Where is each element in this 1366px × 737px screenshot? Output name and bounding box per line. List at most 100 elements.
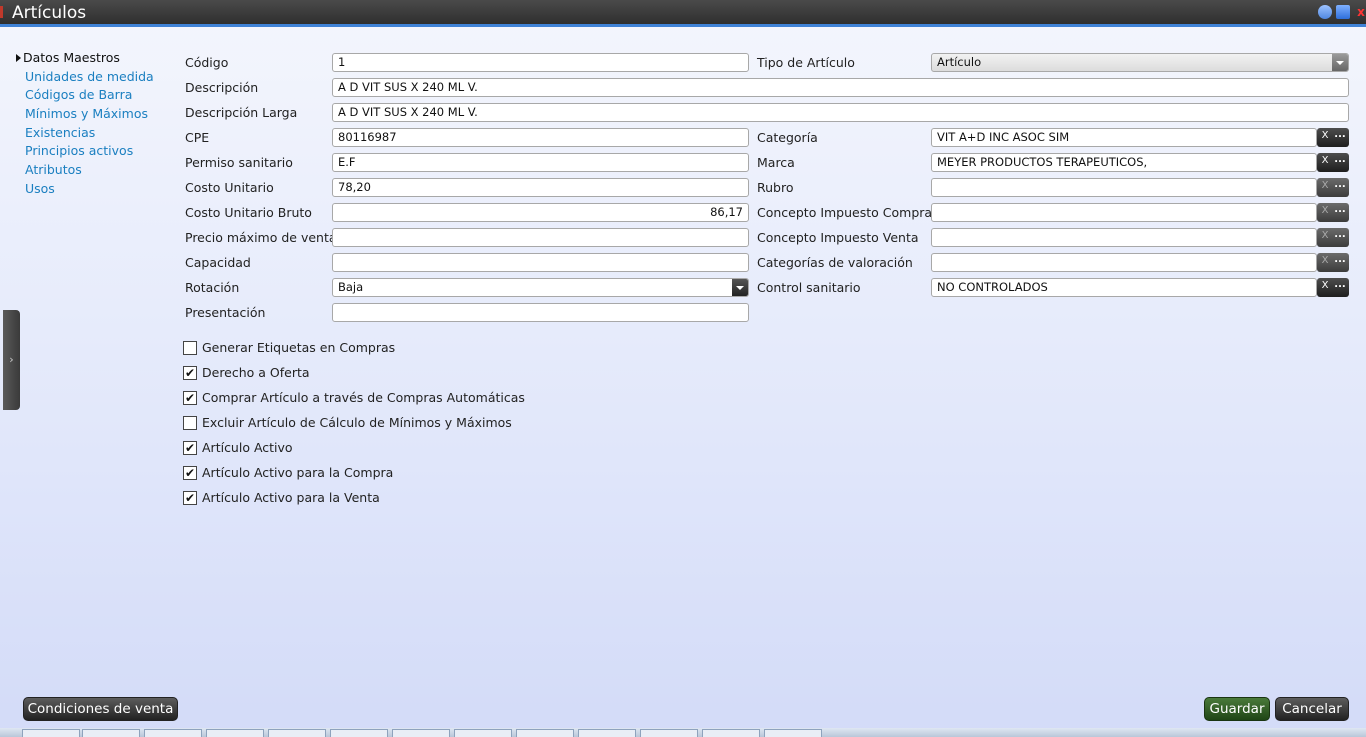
window-title: Artículos [12,3,87,23]
taskbar-item[interactable] [268,729,326,737]
nav-item-unidades-medida[interactable]: Unidades de medida [25,69,154,84]
taskbar-item[interactable] [702,729,760,737]
descripcion-label: Descripción [185,80,259,95]
checkbox-label: Generar Etiquetas en Compras [202,340,396,355]
descripcion-larga-field[interactable]: A D VIT SUS X 240 ML V. [332,103,1349,122]
presentacion-label: Presentación [185,305,266,320]
checkbox[interactable]: ✔ [183,441,197,455]
codigo-field[interactable]: 1 [332,53,749,72]
rotacion-value: Baja [338,280,364,294]
checkbox[interactable]: ✔ [183,466,197,480]
tipo-articulo-select[interactable]: Artículo [931,53,1349,72]
control-sanitario-field[interactable]: NO CONTROLADOS [931,278,1317,297]
minimize-button[interactable] [1318,5,1332,19]
chevron-down-icon[interactable] [1332,54,1348,71]
condiciones-venta-button[interactable]: Condiciones de venta [23,697,178,721]
nav-item-principios-activos[interactable]: Principios activos [25,143,133,158]
nav-item-minimos-maximos[interactable]: Mínimos y Máximos [25,106,148,121]
codigo-label: Código [185,55,229,70]
taskbar [0,728,1366,737]
concepto-impuesto-compra-label: Concepto Impuesto Compra [757,205,933,220]
taskbar-item[interactable] [578,729,636,737]
ellipsis-icon[interactable]: ... [1333,154,1347,165]
nav-item-atributos[interactable]: Atributos [25,162,82,177]
chevron-right-icon: › [9,353,14,366]
checkbox[interactable]: ✔ [183,366,197,380]
categoria-lookup-buttons: X... [1317,128,1349,147]
taskbar-item[interactable] [82,729,140,737]
concepto-impuesto-compra-lookup-buttons: X... [1317,203,1349,222]
ellipsis-icon[interactable]: ... [1333,179,1347,190]
checkbox[interactable] [183,341,197,355]
ellipsis-icon[interactable]: ... [1333,279,1347,290]
cancel-button[interactable]: Cancelar [1275,697,1349,721]
rotacion-select[interactable]: Baja [332,278,749,297]
taskbar-item[interactable] [764,729,822,737]
nav-item-usos[interactable]: Usos [25,181,55,196]
precio-maximo-venta-label: Precio máximo de venta [185,230,337,245]
taskbar-item[interactable] [640,729,698,737]
categorias-valoracion-field[interactable] [931,253,1317,272]
clear-icon[interactable]: X [1320,280,1330,291]
rubro-label: Rubro [757,180,794,195]
categorias-valoracion-label: Categorías de valoración [757,255,913,270]
clear-icon[interactable]: X [1320,205,1330,216]
marca-field[interactable]: MEYER PRODUCTOS TERAPEUTICOS, [931,153,1317,172]
categoria-field[interactable]: VIT A+D INC ASOC SIM [931,128,1317,147]
concepto-impuesto-venta-field[interactable] [931,228,1317,247]
nav-item-datos-maestros[interactable]: Datos Maestros [23,50,120,65]
ellipsis-icon[interactable]: ... [1333,129,1347,140]
control-sanitario-lookup-buttons: X... [1317,278,1349,297]
save-button[interactable]: Guardar [1204,697,1270,721]
clear-icon[interactable]: X [1320,255,1330,266]
costo-unitario-bruto-field[interactable]: 86,17 [332,203,749,222]
ellipsis-icon[interactable]: ... [1333,254,1347,265]
categorias-valoracion-lookup-buttons: X... [1317,253,1349,272]
ellipsis-icon[interactable]: ... [1333,204,1347,215]
costo-unitario-label: Costo Unitario [185,180,274,195]
precio-maximo-venta-field[interactable] [332,228,749,247]
ellipsis-icon[interactable]: ... [1333,229,1347,240]
clear-icon[interactable]: X [1320,230,1330,241]
rotacion-label: Rotación [185,280,240,295]
taskbar-item[interactable] [144,729,202,737]
title-bar: Artículos x [0,0,1366,27]
checkbox[interactable]: ✔ [183,391,197,405]
maximize-button[interactable] [1336,5,1350,19]
app-icon [0,6,3,18]
taskbar-item[interactable] [392,729,450,737]
tipo-articulo-value: Artículo [937,55,982,69]
cpe-field[interactable]: 80116987 [332,128,749,147]
taskbar-item[interactable] [454,729,512,737]
capacidad-field[interactable] [332,253,749,272]
chevron-down-icon[interactable] [732,279,748,296]
nav-item-existencias[interactable]: Existencias [25,125,95,140]
concepto-impuesto-compra-field[interactable] [931,203,1317,222]
checkbox[interactable] [183,416,197,430]
nav-item-codigos-barra[interactable]: Códigos de Barra [25,87,132,102]
side-panel-toggle[interactable]: › [3,310,20,410]
costo-unitario-field[interactable]: 78,20 [332,178,749,197]
marca-label: Marca [757,155,795,170]
close-button[interactable]: x [1354,5,1366,19]
rubro-field[interactable] [931,178,1317,197]
concepto-impuesto-venta-label: Concepto Impuesto Venta [757,230,919,245]
clear-icon[interactable]: X [1320,180,1330,191]
taskbar-item[interactable] [516,729,574,737]
descripcion-larga-label: Descripción Larga [185,105,298,120]
checkbox-label: Comprar Artículo a través de Compras Aut… [202,390,525,405]
control-sanitario-label: Control sanitario [757,280,861,295]
checkbox-label: Derecho a Oferta [202,365,310,380]
taskbar-item[interactable] [206,729,264,737]
active-arrow-icon [16,54,21,62]
clear-icon[interactable]: X [1320,130,1330,141]
presentacion-field[interactable] [332,303,749,322]
costo-unitario-bruto-label: Costo Unitario Bruto [185,205,312,220]
taskbar-item[interactable] [22,729,80,737]
descripcion-field[interactable]: A D VIT SUS X 240 ML V. [332,78,1349,97]
taskbar-item[interactable] [330,729,388,737]
permiso-sanitario-field[interactable]: E.F [332,153,749,172]
checkbox[interactable]: ✔ [183,491,197,505]
clear-icon[interactable]: X [1320,155,1330,166]
tipo-articulo-label: Tipo de Artículo [757,55,855,70]
